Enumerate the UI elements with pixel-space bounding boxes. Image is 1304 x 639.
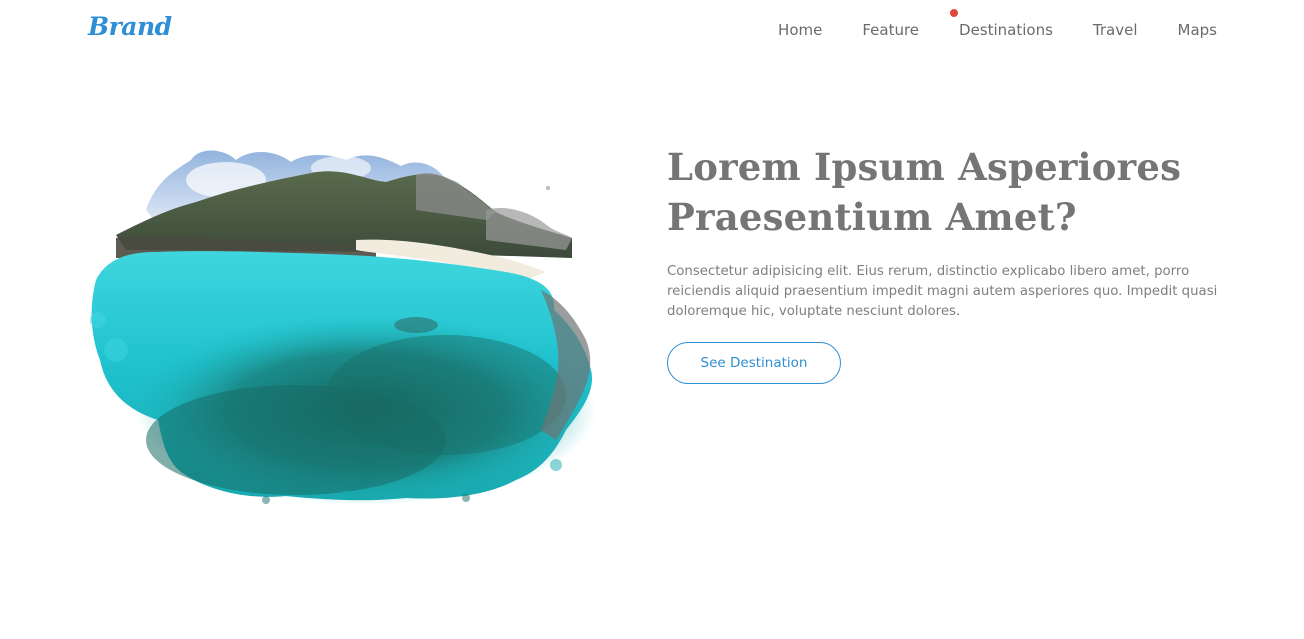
nav-item-label: Destinations bbox=[959, 21, 1053, 39]
hero-content: Lorem Ipsum Asperiores Praesentium Amet?… bbox=[667, 142, 1227, 384]
nav-item-label: Home bbox=[778, 21, 823, 39]
see-destination-button[interactable]: See Destination bbox=[667, 342, 841, 384]
nav-item-label: Feature bbox=[862, 21, 920, 39]
hero-description: Consectetur adipisicing elit. Eius rerum… bbox=[667, 264, 1218, 319]
active-indicator-dot bbox=[950, 9, 959, 17]
nav-item-label: Travel bbox=[1092, 21, 1138, 39]
nav-item-label: Maps bbox=[1177, 21, 1217, 39]
hero-title: Lorem Ipsum Asperiores Praesentium Amet? bbox=[667, 145, 1182, 239]
nav-item-destinations[interactable]: Destinations bbox=[950, 9, 1053, 40]
nav-item-maps[interactable]: Maps bbox=[1178, 20, 1217, 40]
brand-logo[interactable]: Brand bbox=[88, 12, 172, 41]
nav-item-feature[interactable]: Feature bbox=[862, 20, 919, 40]
nav-item-travel[interactable]: Travel bbox=[1093, 20, 1138, 40]
page: Brand Home Feature Destinations Travel M… bbox=[0, 0, 1304, 639]
navbar: Brand Home Feature Destinations Travel M… bbox=[0, 0, 1304, 62]
main-nav: Home Feature Destinations Travel Maps bbox=[778, 9, 1217, 40]
nav-item-home[interactable]: Home bbox=[778, 20, 822, 40]
hero-beach-illustration bbox=[90, 150, 596, 505]
